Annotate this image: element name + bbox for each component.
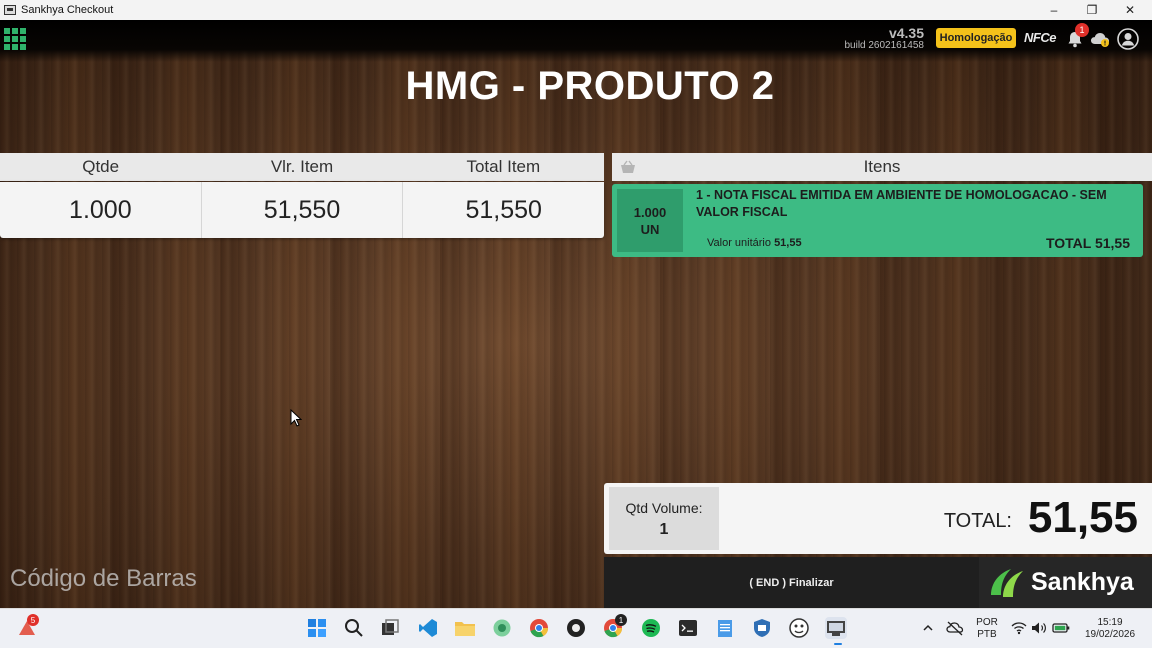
user-avatar-icon[interactable] [1117,28,1139,50]
clock-date: 19/02/2026 [1084,629,1136,640]
maximize-button[interactable]: ❐ [1074,0,1110,20]
window-title-bar: Sankhya Checkout – ❐ ✕ [0,0,1152,20]
notification-badge: 1 [1075,23,1089,37]
start-icon[interactable] [306,617,328,639]
chevron-up-icon[interactable] [917,617,939,639]
language-top: POR [976,617,998,628]
search-icon[interactable] [343,617,365,639]
volume-box[interactable]: Qtd Volume: 1 [609,487,719,550]
mouse-cursor-icon [290,409,302,427]
cloud-off-icon[interactable] [944,617,966,639]
weather-badge: 5 [27,614,39,626]
chrome-profile-badge: 1 [615,614,627,626]
unit-price-label: Valor unitário [707,237,771,249]
volume-icon[interactable] [1028,617,1050,639]
notepad-icon[interactable] [714,617,736,639]
vlr-item-value: 51,550 [202,182,404,238]
item-quantity: 1.000 UN [617,189,683,252]
clock-time: 15:19 [1097,617,1123,628]
item-table-row: 1.000 51,550 51,550 [0,182,604,238]
totals-panel: Qtd Volume: 1 TOTAL: 51,55 [604,483,1152,554]
window-title: Sankhya Checkout [21,4,114,16]
finalize-button[interactable]: ( END ) Finalizar [604,557,979,608]
volume-value: 1 [659,521,669,538]
brand-name: Sankhya [1031,568,1134,596]
item-unit: UN [640,221,660,237]
qtde-value: 1.000 [0,182,202,238]
vscode-icon[interactable] [417,617,439,639]
item-description: 1 - NOTA FISCAL EMITIDA EM AMBIENTE DE H… [696,188,1107,219]
checkout-app: v4.35 build 2602161458 Homologação NFCe … [0,20,1152,608]
version-info: v4.35 build 2602161458 [830,26,924,52]
barcode-input[interactable]: Código de Barras [10,565,197,593]
battery-icon[interactable] [1050,617,1072,639]
version-number: v4.35 [888,25,924,41]
column-vlr-item: Vlr. Item [270,157,334,176]
item-table-header: Qtde Vlr. Item Total Item [0,153,604,181]
task-view-icon[interactable] [379,617,401,639]
column-qtde: Qtde [82,157,120,176]
item-total: TOTAL 51,55 [1045,235,1130,251]
total-value: 51,55 [1027,493,1138,542]
environment-badge[interactable]: Homologação [936,28,1016,48]
language-bottom: PTB [977,629,997,640]
sankhya-checkout-task-icon[interactable] [825,617,847,639]
total-item-value: 51,550 [465,196,542,224]
file-explorer-icon[interactable] [454,617,476,639]
active-task-indicator [834,643,842,645]
minimize-button[interactable]: – [1036,0,1072,20]
brand-logo: Sankhya [979,557,1152,608]
apps-grid-icon[interactable] [4,28,26,50]
security-shield-icon[interactable] [751,617,773,639]
total-label: TOTAL: [943,510,1012,532]
sankhya-logo-icon [991,568,1023,597]
windows-taskbar: 5 1 POR PTB 15:19 19/02/2026 [0,608,1152,648]
cloud-sync-warning-icon[interactable] [1090,30,1112,48]
terminal-icon[interactable] [677,617,699,639]
item-unit-price: Valor unitário 51,55 [707,237,802,249]
spotify-icon[interactable] [640,617,662,639]
item-qty-value: 1.000 [633,204,667,220]
app-face-icon[interactable] [788,617,810,639]
app-globe-icon[interactable] [491,617,513,639]
list-item[interactable]: 1.000 UN 1 - NOTA FISCAL EMITIDA EM AMBI… [612,184,1143,257]
chrome-icon[interactable] [528,617,550,639]
top-bar: v4.35 build 2602161458 Homologação NFCe … [0,20,1152,62]
nfce-status-icon[interactable]: NFCe [1024,30,1056,45]
clock[interactable]: 15:19 19/02/2026 [1080,617,1140,641]
wifi-icon[interactable] [1008,617,1030,639]
build-number: build 2602161458 [844,40,924,51]
items-panel-header: Itens [612,153,1152,181]
items-panel-title: Itens [863,157,901,176]
nfce-label: NFCe [1024,30,1056,45]
unit-price-value: 51,55 [774,237,802,249]
product-title: HMG - PRODUTO 2 [405,64,775,108]
language-indicator[interactable]: POR PTB [974,617,1000,641]
column-total-item: Total Item [466,157,541,176]
volume-label: Qtd Volume: [625,500,703,516]
close-button[interactable]: ✕ [1112,0,1148,20]
obs-icon[interactable] [565,617,587,639]
app-icon [4,5,16,15]
